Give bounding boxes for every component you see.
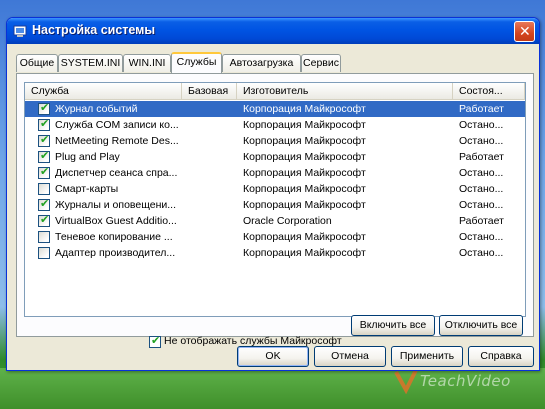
checkmark-icon: ✔ (40, 214, 50, 226)
checkmark-icon: ✔ (151, 335, 161, 347)
cell-name: Журналы и оповещени... (55, 199, 177, 211)
cell-status: Работает (459, 151, 504, 163)
cell-vendor: Корпорация Майкрософт (243, 231, 366, 243)
cancel-button[interactable]: Отмена (314, 346, 386, 367)
cell-status: Остано... (459, 247, 504, 259)
column-header-1[interactable]: Базовая (182, 83, 237, 100)
cell-base (188, 117, 238, 133)
cell-status: Работает (459, 215, 504, 227)
enable-all-button[interactable]: Включить все (351, 315, 435, 336)
checkmark-icon: ✔ (40, 166, 50, 178)
table-row[interactable]: Адаптер производител... Корпорация Майкро… (25, 245, 525, 261)
cell-vendor: Корпорация Майкрософт (243, 247, 366, 259)
ok-button[interactable]: OK (237, 346, 309, 367)
table-row[interactable]: Смарт-карты Корпорация Майкрософт Остано..… (25, 181, 525, 197)
cell-vendor: Корпорация Майкрософт (243, 167, 366, 179)
checkmark-icon: ✔ (40, 150, 50, 162)
cell-vendor: Oracle Corporation (243, 215, 332, 227)
hide-ms-services-checkbox[interactable]: ✔ (149, 335, 161, 348)
cell-vendor: Корпорация Майкрософт (243, 199, 366, 211)
close-icon: ✕ (519, 23, 531, 39)
cell-base (188, 181, 238, 197)
cell-vendor: Корпорация Майкрософт (243, 103, 366, 115)
checkmark-icon: ✔ (40, 134, 50, 146)
checkmark-icon: ✔ (40, 118, 50, 130)
service-checkbox[interactable]: ✔ (38, 166, 50, 179)
cell-base (188, 245, 238, 261)
cell-vendor: Корпорация Майкрософт (243, 119, 366, 131)
table-row[interactable]: ✔ Журналы и оповещени... Корпорация Майкро… (25, 197, 525, 213)
cell-base (188, 197, 238, 213)
service-checkbox[interactable] (38, 247, 50, 259)
table-row[interactable]: ✔ Журнал событий Корпорация Майкрософт Рабо… (25, 101, 525, 117)
cell-base (188, 101, 238, 117)
list-header: Служба Базовая Изготовитель Состоя... (25, 83, 525, 100)
table-row[interactable]: ✔ VirtualBox Guest Additio... Oracle Corpo… (25, 213, 525, 229)
cell-name: VirtualBox Guest Additio... (55, 215, 177, 227)
service-checkbox[interactable]: ✔ (38, 214, 50, 227)
table-row[interactable]: Теневое копирование ... Корпорация Майкро… (25, 229, 525, 245)
title-bar[interactable]: Настройка системы ✕ (7, 18, 539, 44)
cell-vendor: Корпорация Майкрософт (243, 183, 366, 195)
cell-status: Остано... (459, 199, 504, 211)
tab-2[interactable]: WIN.INI (123, 54, 171, 72)
tab-5[interactable]: Сервис (301, 54, 341, 72)
help-button[interactable]: Справка (468, 346, 534, 367)
table-row[interactable]: ✔ Plug and Play Корпорация Майкрософт Работ… (25, 149, 525, 165)
column-header-0[interactable]: Служба (25, 83, 182, 100)
tab-4[interactable]: Автозагрузка (222, 54, 301, 72)
cell-status: Работает (459, 103, 504, 115)
cell-status: Остано... (459, 183, 504, 195)
cell-name: Адаптер производител... (55, 247, 176, 259)
tab-0[interactable]: Общие (16, 54, 58, 72)
checkmark-icon: ✔ (40, 198, 50, 210)
service-checkbox[interactable]: ✔ (38, 118, 50, 131)
service-checkbox[interactable] (38, 183, 50, 195)
tab-1[interactable]: SYSTEM.INI (58, 54, 123, 72)
tab-3[interactable]: Службы (171, 52, 222, 73)
system-config-window: Настройка системы ✕ Общие SYSTEM.INI WIN.I… (6, 17, 540, 371)
cell-base (188, 149, 238, 165)
cell-name: Смарт-карты (55, 183, 119, 195)
service-checkbox[interactable]: ✔ (38, 150, 50, 163)
cell-base (188, 229, 238, 245)
column-header-2[interactable]: Изготовитель (237, 83, 453, 100)
cell-status: Остано... (459, 135, 504, 147)
cell-name: Теневое копирование ... (55, 231, 173, 243)
apply-button[interactable]: Применить (391, 346, 463, 367)
service-checkbox[interactable]: ✔ (38, 102, 50, 115)
cell-status: Остано... (459, 231, 504, 243)
cell-base (188, 165, 238, 181)
cell-name: Журнал событий (55, 103, 138, 115)
close-button[interactable]: ✕ (514, 21, 535, 42)
cell-base (188, 133, 238, 149)
service-checkbox[interactable] (38, 231, 50, 243)
service-checkbox[interactable]: ✔ (38, 198, 50, 211)
system-config-icon (13, 25, 27, 37)
watermark-text: TeachVideo (420, 372, 511, 390)
cell-name: NetMeeting Remote Des... (55, 135, 179, 147)
column-header-3[interactable]: Состоя... (453, 83, 525, 100)
table-row[interactable]: ✔ Служба COM записи ко... Корпорация Майкр… (25, 117, 525, 133)
disable-all-button[interactable]: Отключить все (439, 315, 523, 336)
cell-base (188, 213, 238, 229)
cell-vendor: Корпорация Майкрософт (243, 151, 366, 163)
checkmark-icon: ✔ (40, 102, 50, 114)
cell-vendor: Корпорация Майкрософт (243, 135, 366, 147)
cell-status: Остано... (459, 119, 504, 131)
cell-name: Диспетчер сеанса спра... (55, 167, 178, 179)
cell-name: Plug and Play (55, 151, 120, 163)
service-checkbox[interactable]: ✔ (38, 134, 50, 147)
cell-name: Служба COM записи ко... (55, 119, 179, 131)
window-title: Настройка системы (32, 23, 156, 37)
services-list[interactable]: Служба Базовая Изготовитель Состоя... ✔ Журн… (24, 82, 526, 317)
table-row[interactable]: ✔ Диспетчер сеанса спра... Корпорация Майк… (25, 165, 525, 181)
table-row[interactable]: ✔ NetMeeting Remote Des... Корпорация Майк… (25, 133, 525, 149)
cell-status: Остано... (459, 167, 504, 179)
